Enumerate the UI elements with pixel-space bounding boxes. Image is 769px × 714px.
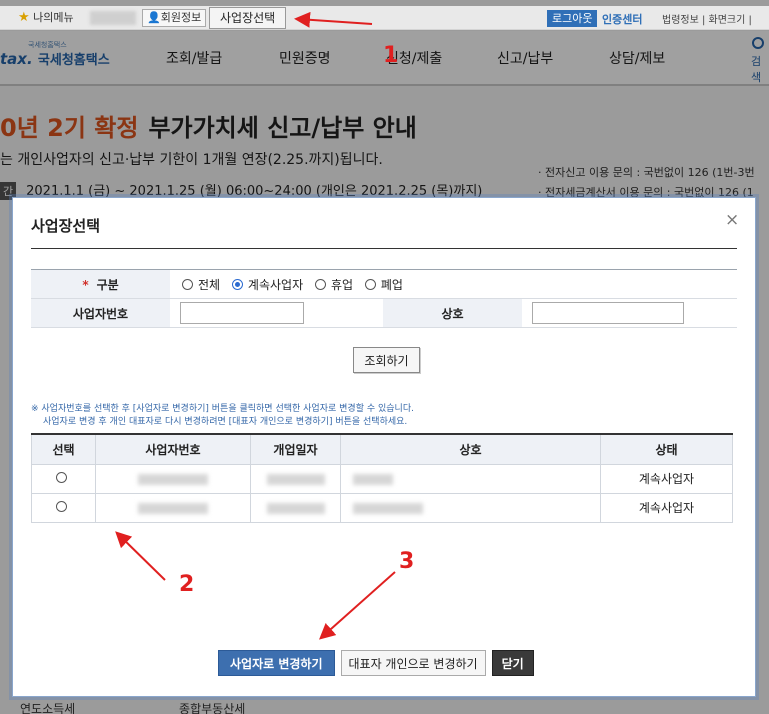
user-icon: 👤 [147,11,161,24]
redacted-bizno [95,492,251,523]
redacted-username [90,11,136,25]
logout-button[interactable]: 로그아웃 [547,10,598,27]
row-radio[interactable] [55,500,67,512]
bizno-label-cell: 사업자번호 [31,298,170,328]
close-button[interactable]: 닫기 [491,650,534,676]
redacted-open-date [250,463,341,494]
note-line-1: ※ 사업자번호를 선택한 후 [사업자로 변경하기] 버튼을 클릭하면 선택한 … [31,404,414,414]
name-label: 상호 [441,306,464,321]
row-status: 계속사업자 [600,463,733,494]
col-bizno: 사업자번호 [95,434,251,465]
col-business-name: 상호 [340,434,601,465]
redacted-open-date [250,492,341,523]
col-select: 선택 [31,434,96,465]
name-label-cell: 상호 [383,298,522,328]
annotation-number-2: 2 [179,572,195,597]
col-open-date: 개업일자 [250,434,341,465]
my-menu-link[interactable]: ★ 나의메뉴 [18,9,74,25]
row-radio[interactable] [55,471,67,483]
annotation-number-1: 1 [383,43,399,68]
radio-closed-label: 폐업 [380,277,403,292]
member-info-label: 회원정보 [160,11,202,24]
radio-suspended[interactable]: 휴업 [314,276,354,293]
row-status: 계속사업자 [600,492,733,523]
table-row[interactable]: 계속사업자 [31,492,733,523]
radio-all-label: 전체 [198,277,221,292]
radio-all[interactable]: 전체 [182,276,220,293]
member-info-button[interactable]: 👤회원정보 [142,9,207,27]
title-divider [31,248,737,249]
radio-suspended-label: 휴업 [330,277,354,292]
name-input[interactable] [532,302,684,324]
close-icon[interactable]: × [725,212,739,229]
table-row[interactable]: 계속사업자 [31,463,733,494]
change-to-business-button[interactable]: 사업자로 변경하기 [218,650,335,676]
bizno-label: 사업자번호 [72,306,129,321]
utility-links[interactable]: 법령정보 | 화면크기 | [662,11,752,26]
star-icon: ★ [18,10,30,25]
change-to-personal-button[interactable]: 대표자 개인으로 변경하기 [340,650,486,676]
usage-note: ※ 사업자번호를 선택한 후 [사업자로 변경하기] 버튼을 클릭하면 선택한 … [31,403,414,429]
radio-continuing-label: 계속사업자 [247,277,304,292]
table-header-row: 선택 사업자번호 개업일자 상호 상태 [31,434,733,465]
note-line-2: 사업자로 변경 후 개인 대표자로 다시 변경하려면 [대표자 개인으로 변경하… [43,417,408,427]
search-button[interactable]: 조회하기 [353,347,420,373]
radio-closed[interactable]: 폐업 [364,276,403,293]
row-select-cell [31,463,96,494]
annotation-number-3: 3 [399,549,415,574]
type-label: 구분 [96,277,119,292]
row-select-cell [31,492,96,523]
redacted-bizno [95,463,251,494]
type-radio-group: 전체 계속사업자 휴업 폐업 [170,269,737,299]
redacted-business-name [340,463,601,494]
top-utility-bar: ★ 나의메뉴 👤회원정보 사업장선택 로그아웃 인증센터 법령정보 | 화면크기… [0,6,769,30]
search-form: * 구분 전체 계속사업자 휴업 폐업 사업자번호 상호 [31,269,737,328]
radio-continuing[interactable]: 계속사업자 [231,276,304,293]
dialog-actions: 사업자로 변경하기 대표자 개인으로 변경하기 닫기 [218,650,534,676]
redacted-business-name [340,492,601,523]
dialog-title: 사업장선택 [31,217,101,235]
certificate-center-link[interactable]: 인증센터 [602,11,642,27]
bizno-input-cell [170,298,383,328]
radio-closed-control[interactable] [364,278,376,290]
name-input-cell [522,298,737,328]
radio-continuing-control[interactable] [231,278,243,290]
my-menu-label: 나의메뉴 [33,11,74,24]
col-status: 상태 [600,434,733,465]
required-mark: * [82,277,89,292]
type-label-cell: * 구분 [31,269,170,299]
business-select-button[interactable]: 사업장선택 [209,7,287,29]
radio-suspended-control[interactable] [314,278,326,290]
business-list-table: 선택 사업자번호 개업일자 상호 상태 계속사업자 계속사업자 [31,433,733,523]
radio-all-control[interactable] [182,278,193,290]
bizno-input[interactable] [180,302,304,324]
business-select-dialog: 사업장선택 × * 구분 전체 계속사업자 휴업 폐업 사업자번호 상호 조회하기… [12,197,756,697]
